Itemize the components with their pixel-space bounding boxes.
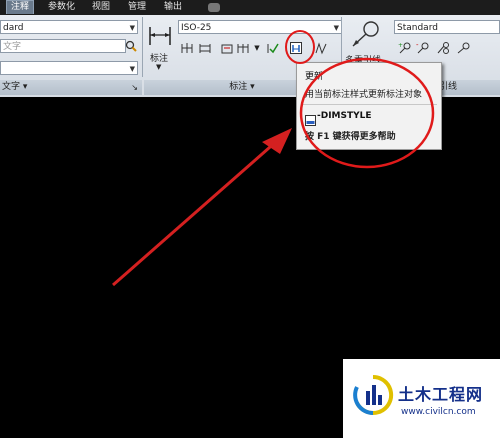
tab-view[interactable]: 视图: [88, 1, 114, 14]
panel-divider: [142, 17, 143, 77]
continue-dimension-icon[interactable]: [236, 41, 250, 55]
multileader-style-value: Standard: [397, 23, 438, 33]
adjust-space-icon[interactable]: [198, 41, 212, 55]
text-panel-footer[interactable]: 文字 ▾ ↘: [0, 80, 142, 95]
watermark-title: 土木工程网: [398, 385, 484, 404]
chevron-down-icon: ▼: [333, 24, 339, 32]
collect-leaders-icon[interactable]: [456, 41, 470, 55]
dimension-break-icon[interactable]: [180, 41, 194, 55]
multileader-style-dropdown[interactable]: Standard: [394, 20, 500, 34]
multileader-icon: [352, 21, 379, 47]
chevron-down-icon: ▼: [129, 65, 135, 73]
align-leaders-icon[interactable]: [436, 41, 450, 55]
tooltip-title: 更新: [305, 72, 324, 82]
chevron-down-icon[interactable]: ▼: [250, 41, 264, 55]
watermark-url: www.civilcn.com: [401, 407, 476, 417]
dialog-launcher-icon[interactable]: ↘: [131, 80, 138, 95]
text-height-dropdown[interactable]: ▼: [0, 61, 138, 75]
text-search-placeholder: 文字: [3, 42, 22, 52]
autocad-window: 注释 参数化 视图 管理 输出 dard ▼ 文字 ▼ 文字 ▾ ↘ 标注 ▼ …: [0, 0, 500, 438]
dimension-style-value: ISO-25: [181, 23, 212, 33]
tab-annotate[interactable]: 注释: [6, 0, 35, 14]
ribbon-tab-bar: 注释 参数化 视图 管理 输出: [0, 0, 500, 15]
text-search-input[interactable]: 文字: [0, 39, 126, 53]
dimension-button[interactable]: 标注 ▼: [146, 23, 174, 75]
tab-output[interactable]: 输出: [160, 1, 186, 14]
update-dimension-icon[interactable]: [289, 41, 303, 55]
oblique-dimension-icon[interactable]: [314, 41, 328, 55]
dimension-style-dropdown[interactable]: ISO-25 ▼: [178, 20, 342, 34]
text-style-value: dard: [3, 23, 24, 33]
add-leader-icon[interactable]: +: [398, 41, 412, 55]
text-style-dropdown[interactable]: dard ▼: [0, 20, 138, 34]
watermark-logo: [353, 374, 394, 415]
find-text-icon[interactable]: [124, 39, 138, 53]
chevron-down-icon: ▼: [156, 63, 162, 71]
tab-manage[interactable]: 管理: [124, 1, 150, 14]
inspect-dimension-icon[interactable]: [266, 41, 280, 55]
linear-dimension-icon: [149, 27, 171, 45]
ribbon-minimize-toggle[interactable]: [208, 3, 220, 12]
svg-text:-: -: [416, 41, 419, 49]
chevron-down-icon: ▼: [129, 24, 135, 32]
svg-text:+: +: [398, 42, 403, 49]
quick-dimension-icon[interactable]: [220, 41, 234, 55]
text-panel-title: 文字 ▾: [2, 82, 28, 92]
tab-parametric[interactable]: 参数化: [44, 1, 79, 14]
remove-leader-icon[interactable]: -: [416, 41, 430, 55]
watermark: 土木工程网 www.civilcn.com: [343, 359, 500, 438]
dimension-panel-title: 标注 ▾: [229, 82, 255, 92]
